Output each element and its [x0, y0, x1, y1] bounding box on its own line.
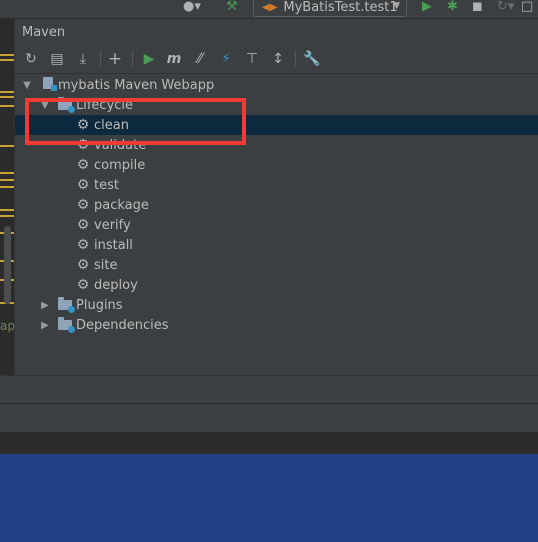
- gear-icon: ⚙: [76, 137, 90, 153]
- gear-icon: ⚙: [76, 197, 90, 213]
- change-marker: [0, 54, 14, 56]
- gear-icon: ⚙: [76, 277, 90, 293]
- collapse-all-icon[interactable]: ↕: [269, 50, 287, 68]
- run-icon[interactable]: ▶: [422, 0, 432, 14]
- maven-toolbar: ↻ ▤ ⤓ + ▶ m ⁄⁄ ⚡ ⊤ ↕ 🔧: [15, 45, 538, 74]
- editor-gutter-fragment: ap: [0, 19, 15, 375]
- download-icon[interactable]: ⤓: [74, 50, 92, 68]
- chevron-down-icon[interactable]: ▼: [39, 100, 51, 111]
- editor-scrollbar[interactable]: [4, 226, 11, 304]
- goal-label: deploy: [94, 277, 138, 293]
- ide-top-toolbar: ●▾ ⚒ ◀▶ MyBatisTest.test1 ▼ ▶ ✱ ◼ ↻▾ □: [0, 0, 538, 19]
- goal-label: test: [94, 177, 119, 193]
- lifecycle-label: Lifecycle: [76, 97, 134, 113]
- goal-label: validate: [94, 137, 147, 153]
- reload-icon[interactable]: ↻: [22, 50, 40, 68]
- dependencies-label: Dependencies: [76, 317, 169, 333]
- change-marker: [0, 145, 14, 147]
- chevron-right-icon[interactable]: ▶: [39, 300, 51, 311]
- change-marker: [0, 215, 14, 217]
- toggle-offline-icon[interactable]: ⁄⁄: [191, 50, 209, 68]
- settings-wrench-icon[interactable]: 🔧: [303, 50, 321, 68]
- user-icon[interactable]: ●▾: [183, 0, 201, 14]
- tree-node-goal-clean[interactable]: ⚙ clean: [15, 115, 538, 135]
- gear-icon: ⚙: [76, 157, 90, 173]
- toolbar-separator: [132, 51, 133, 67]
- goal-label: install: [94, 237, 133, 253]
- change-marker: [0, 105, 14, 107]
- change-marker: [0, 91, 14, 93]
- gear-icon: ⚙: [76, 217, 90, 233]
- taskbar-separator: [0, 432, 538, 454]
- goal-label: site: [94, 257, 118, 273]
- change-marker: [0, 179, 14, 181]
- tree-node-goal-test[interactable]: ⚙ test: [15, 175, 538, 195]
- gear-icon: ⚙: [76, 177, 90, 193]
- tree-node-goal-install[interactable]: ⚙ install: [15, 235, 538, 255]
- skip-tests-icon[interactable]: ⚡: [217, 50, 235, 68]
- status-bar: [0, 403, 538, 432]
- change-marker: [0, 209, 14, 211]
- goal-label: clean: [94, 117, 129, 133]
- gear-icon: ⚙: [76, 257, 90, 273]
- folder-plugins-icon: [57, 296, 75, 313]
- tree-node-goal-deploy[interactable]: ⚙ deploy: [15, 275, 538, 295]
- run-config-label: MyBatisTest.test1: [283, 0, 398, 15]
- more-icon[interactable]: □: [521, 0, 533, 14]
- plus-icon[interactable]: +: [106, 50, 124, 68]
- goal-label: package: [94, 197, 149, 213]
- plugins-label: Plugins: [76, 297, 123, 313]
- tree-node-plugins[interactable]: ▶ Plugins: [15, 295, 538, 315]
- goal-label: compile: [94, 157, 146, 173]
- project-label: mybatis Maven Webapp: [58, 77, 215, 93]
- tree-node-goal-verify[interactable]: ⚙ verify: [15, 215, 538, 235]
- show-dependencies-icon[interactable]: ⊤: [243, 50, 261, 68]
- hammer-icon[interactable]: ⚒: [226, 0, 238, 14]
- toolbar-separator: [100, 51, 101, 67]
- change-marker: [0, 186, 14, 188]
- run-icon[interactable]: ▶: [140, 50, 158, 68]
- goal-label: verify: [94, 217, 131, 233]
- tree-node-goal-validate[interactable]: ⚙ validate: [15, 135, 538, 155]
- chevron-down-icon: ▼: [393, 1, 400, 11]
- tree-node-goal-compile[interactable]: ⚙ compile: [15, 155, 538, 175]
- maven-module-icon: [40, 77, 57, 93]
- maven-panel-header: Maven: [15, 19, 538, 45]
- editor-text-fragment: ap: [0, 319, 15, 333]
- maven-panel-title: Maven: [22, 24, 66, 40]
- tree-node-dependencies[interactable]: ▶ Dependencies: [15, 315, 538, 335]
- profile-icon[interactable]: ↻▾: [497, 0, 514, 14]
- tree-node-project[interactable]: ▼ mybatis Maven Webapp: [15, 75, 538, 95]
- change-marker: [0, 96, 14, 98]
- dependencies-icon: [57, 316, 75, 333]
- tree-node-goal-site[interactable]: ⚙ site: [15, 255, 538, 275]
- change-marker: [0, 59, 14, 61]
- desktop-background: [0, 454, 538, 542]
- chevron-right-icon[interactable]: ▶: [39, 320, 51, 331]
- chevron-down-icon[interactable]: ▼: [21, 80, 33, 91]
- add-maven-project-icon[interactable]: ▤: [48, 50, 66, 68]
- execute-goal-icon[interactable]: m: [165, 50, 183, 68]
- tree-node-lifecycle[interactable]: ▼ Lifecycle: [15, 95, 538, 115]
- run-configuration-select[interactable]: ◀▶ MyBatisTest.test1 ▼: [253, 0, 407, 17]
- change-marker: [0, 172, 14, 174]
- toolbar-separator: [295, 51, 296, 67]
- folder-gear-icon: [57, 96, 75, 113]
- coverage-icon[interactable]: ◼: [472, 0, 483, 14]
- tree-node-goal-package[interactable]: ⚙ package: [15, 195, 538, 215]
- maven-project-tree: ▼ mybatis Maven Webapp ▼ Lifecycle ⚙ cle…: [15, 74, 538, 374]
- debug-icon[interactable]: ✱: [447, 0, 458, 14]
- run-config-icon: ◀▶: [262, 1, 278, 13]
- gear-icon: ⚙: [76, 117, 90, 133]
- tool-window-bottom-area: [0, 375, 538, 403]
- gear-icon: ⚙: [76, 237, 90, 253]
